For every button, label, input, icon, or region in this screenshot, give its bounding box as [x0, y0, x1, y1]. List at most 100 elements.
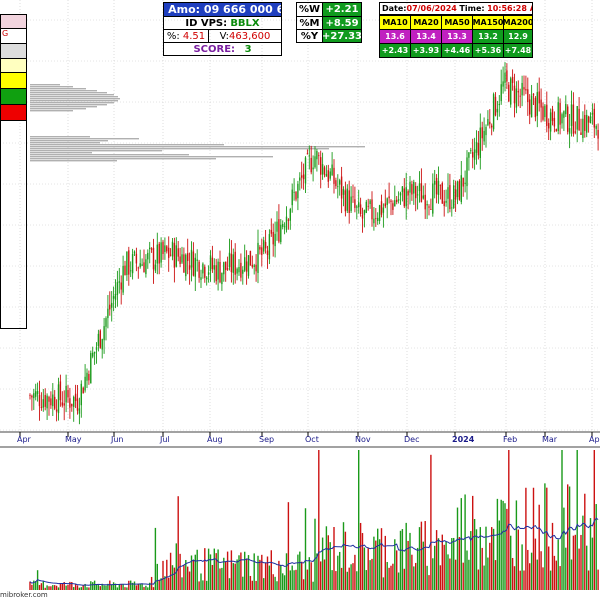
volume-bar	[555, 560, 557, 590]
volume-bar	[46, 585, 48, 590]
volume-bar	[147, 587, 149, 590]
candle-body	[565, 103, 567, 115]
candle-body	[371, 199, 373, 220]
volume-bar	[67, 584, 69, 590]
volume-bar	[48, 586, 50, 590]
candle-body	[190, 249, 193, 268]
candle-body	[181, 254, 183, 263]
volume-bar	[456, 507, 459, 590]
volume-bar	[399, 530, 402, 590]
time-value: 10:56:28 AM	[487, 4, 532, 13]
candle-body	[498, 103, 500, 106]
x-tick-label: Mar	[542, 435, 558, 444]
volume-bar	[44, 587, 46, 590]
candle-body	[308, 155, 310, 157]
volume-profile-bar	[30, 84, 60, 86]
candle-body	[409, 181, 411, 193]
candle-body	[479, 127, 481, 158]
volume-bar	[434, 545, 436, 590]
candle-body	[468, 152, 470, 158]
candle-body	[489, 121, 491, 125]
candle-body	[73, 396, 75, 407]
volume-bar	[361, 533, 364, 590]
volume-bar	[578, 548, 580, 590]
candle-body	[454, 189, 457, 200]
volume-bar	[285, 553, 288, 590]
candle-body	[46, 395, 48, 409]
volume-bar	[188, 571, 191, 590]
candle-body	[207, 272, 210, 275]
candle-body	[572, 104, 575, 134]
candle-body	[126, 251, 128, 276]
score-label: SCORE:	[193, 43, 236, 55]
candle-body	[529, 99, 531, 115]
candle-body	[131, 254, 134, 274]
volume-bar	[282, 573, 284, 590]
volume-bar	[451, 538, 453, 590]
volume-bar	[496, 498, 499, 590]
volume-bar	[42, 581, 44, 590]
volume-bar	[557, 539, 559, 590]
volume-bar	[582, 515, 584, 590]
candle-body	[48, 396, 50, 402]
candle-body	[401, 186, 404, 193]
volume-bar	[318, 450, 320, 590]
candle-body	[544, 105, 546, 118]
volume-bar	[447, 554, 449, 590]
candle-body	[348, 190, 350, 213]
candle-body	[354, 199, 356, 208]
volume-bar	[570, 559, 573, 590]
volume-bar	[86, 587, 88, 590]
volume-bar	[466, 550, 468, 590]
volume-bar	[283, 575, 286, 590]
candle-body	[416, 194, 419, 196]
candle-body	[439, 184, 442, 186]
candle-body	[61, 402, 63, 406]
volume-profile-bar	[30, 92, 107, 94]
volume-bar	[116, 587, 119, 590]
volume-bar	[217, 549, 219, 590]
candle-body	[242, 269, 244, 274]
volume-bar	[57, 587, 60, 590]
ma-header-ma150: MA150	[472, 15, 504, 30]
volume-box: V: 463,600	[208, 29, 282, 43]
candle-body	[295, 192, 297, 200]
candle-body	[595, 125, 597, 129]
volume-bar	[204, 548, 206, 590]
volume-label: V:	[219, 30, 230, 42]
candle-body	[422, 195, 424, 199]
volume-bar	[88, 587, 90, 590]
volume-bar	[200, 573, 202, 590]
candle-body	[124, 265, 126, 276]
candle-body	[321, 164, 324, 175]
ma-change-ma20: +3.93	[410, 43, 442, 58]
candle-body	[107, 308, 109, 319]
volume-bar	[80, 587, 82, 590]
candle-body	[462, 177, 464, 187]
candle-body	[318, 155, 320, 157]
candle-body	[587, 116, 590, 123]
volume-bar	[196, 549, 198, 590]
volume-bar	[348, 567, 350, 590]
volume-bar	[266, 556, 269, 590]
candle-body	[38, 394, 41, 407]
candle-body	[567, 106, 569, 132]
ma-value-ma150: 13.2	[472, 29, 504, 44]
candle-body	[249, 250, 252, 266]
candle-body	[460, 175, 462, 202]
volume-bar	[527, 549, 529, 590]
candle-body	[373, 218, 375, 224]
candle-body	[78, 408, 81, 414]
volume-bar	[416, 547, 419, 590]
candle-body	[204, 266, 206, 278]
volume-bar	[50, 586, 52, 590]
candle-body	[530, 95, 533, 118]
candle-body	[152, 247, 155, 270]
volume-bar	[350, 564, 352, 590]
candle-body	[320, 157, 322, 175]
candle-body	[475, 141, 478, 153]
x-tick-label: Sep	[259, 435, 274, 444]
candle-body	[29, 394, 31, 396]
volume-bar	[112, 582, 115, 590]
candle-body	[413, 181, 415, 194]
